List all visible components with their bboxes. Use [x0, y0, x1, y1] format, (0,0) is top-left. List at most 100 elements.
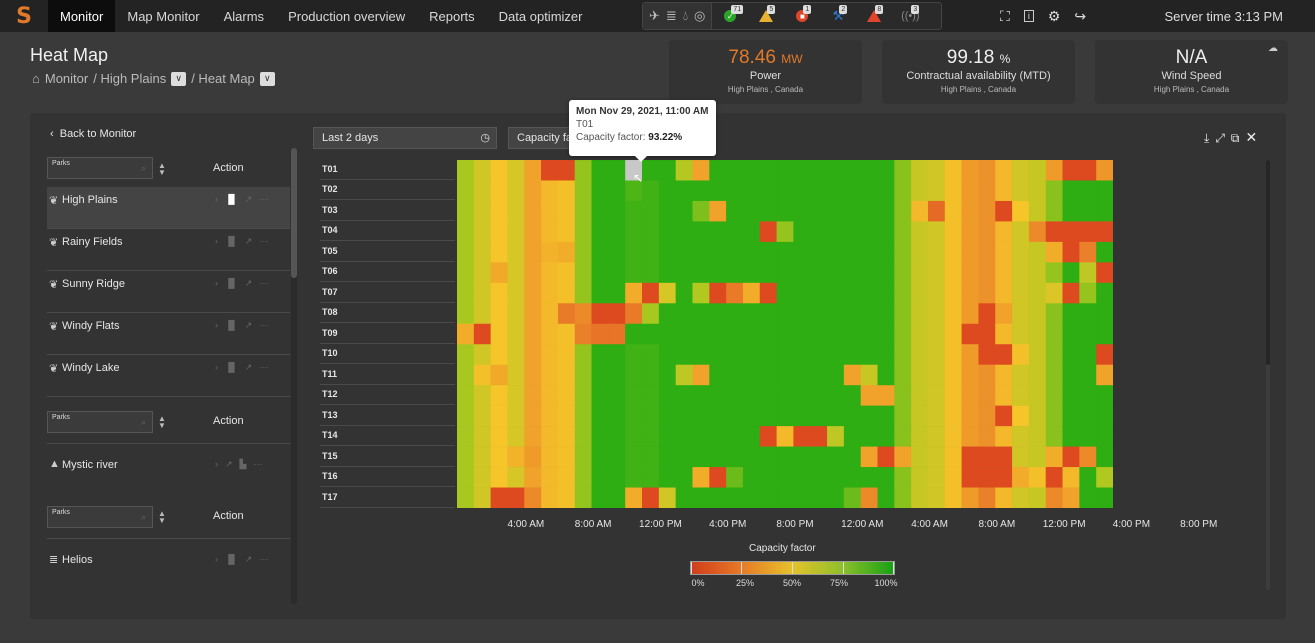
heatmap-cell[interactable] — [827, 262, 845, 284]
heatmap-cell[interactable] — [877, 426, 895, 447]
heatmap-cell[interactable] — [473, 467, 491, 488]
back-to-monitor-link[interactable]: ‹ Back to Monitor — [50, 128, 136, 140]
heatmap-cell[interactable] — [692, 426, 710, 447]
heatmap-cell[interactable] — [776, 405, 794, 427]
heatmap-cell[interactable] — [608, 487, 626, 508]
heatmap-cell[interactable] — [776, 200, 794, 222]
heatmap-cell[interactable] — [793, 241, 811, 263]
heatmap-cell[interactable] — [995, 405, 1013, 427]
heatmap-cell[interactable] — [961, 180, 979, 202]
heatmap-cell[interactable] — [557, 364, 576, 386]
heatmap-cell[interactable] — [810, 467, 828, 488]
heatmap-cell[interactable] — [995, 160, 1013, 181]
heatmap-cell[interactable] — [675, 241, 693, 263]
heatmap-cell[interactable] — [860, 160, 878, 181]
heatmap-cell[interactable] — [742, 241, 761, 263]
heatmap-cell[interactable] — [1096, 303, 1113, 325]
heatmap-cell[interactable] — [642, 262, 660, 284]
heatmap-cell[interactable] — [793, 262, 811, 284]
heatmap-cell[interactable] — [759, 323, 777, 345]
heatmap-cell[interactable] — [1045, 221, 1063, 243]
heatmap-cell[interactable] — [1096, 241, 1113, 263]
heatmap-cell[interactable] — [541, 446, 559, 468]
heatmap-cell[interactable] — [642, 282, 660, 304]
heatmap-cell[interactable] — [911, 446, 929, 468]
heatmap-cell[interactable] — [827, 344, 845, 366]
heatmap-cell[interactable] — [759, 282, 777, 304]
heatmap-cell[interactable] — [1012, 160, 1030, 181]
heatmap-cell[interactable] — [995, 364, 1013, 386]
heatmap-cell[interactable] — [1079, 467, 1097, 488]
heatmap-cell[interactable] — [978, 385, 996, 406]
heatmap-cell[interactable] — [995, 180, 1013, 202]
heatmap-cell[interactable] — [1045, 344, 1063, 366]
heatmap-cell[interactable] — [827, 180, 845, 202]
heatmap-cell[interactable] — [1028, 221, 1047, 243]
heatmap-cell[interactable] — [793, 426, 811, 447]
heatmap-cell[interactable] — [675, 160, 693, 181]
heatmap-cell[interactable] — [944, 180, 962, 202]
heatmap-cell[interactable] — [726, 160, 744, 181]
heatmap-cell[interactable] — [894, 262, 912, 284]
heatmap-cell[interactable] — [1079, 200, 1097, 222]
heatmap-cell[interactable] — [961, 467, 979, 488]
heatmap-cell[interactable] — [793, 405, 811, 427]
heatmap-cell[interactable] — [843, 200, 861, 222]
heatmap-cell[interactable] — [457, 405, 475, 427]
heatmap-cell[interactable] — [1079, 221, 1097, 243]
heatmap-cell[interactable] — [1062, 180, 1080, 202]
heatmap-cell[interactable] — [860, 241, 878, 263]
heatmap-cell[interactable] — [1028, 323, 1047, 345]
heatmap-cell[interactable] — [793, 200, 811, 222]
heatmap-cell[interactable] — [1045, 446, 1063, 468]
heatmap-cell[interactable] — [860, 303, 878, 325]
heatmap-cell[interactable] — [457, 241, 475, 263]
heatmap-cell[interactable] — [507, 160, 525, 181]
heatmap-cell[interactable] — [709, 303, 727, 325]
heatmap-cell[interactable] — [860, 467, 878, 488]
heatmap-cell[interactable] — [827, 323, 845, 345]
heatmap-cell[interactable] — [894, 364, 912, 386]
heatmap-cell[interactable] — [843, 385, 861, 406]
heatmap-cell[interactable] — [776, 180, 794, 202]
heatmap-cell[interactable] — [557, 282, 576, 304]
park-row-windy-flats[interactable]: ❦ Windy Flats › ▐▌ ↗ ⋯ — [47, 313, 290, 355]
heatmap-cell[interactable] — [1062, 200, 1080, 222]
heatmap-cell[interactable] — [692, 323, 710, 345]
heatmap-cell[interactable] — [591, 303, 609, 325]
heatmap-cell[interactable] — [557, 160, 576, 181]
heatmap-cell[interactable] — [1079, 303, 1097, 325]
heatmap-cell[interactable] — [827, 426, 845, 447]
heatmap-cell[interactable] — [524, 323, 542, 345]
heatmap-cell[interactable] — [742, 180, 761, 202]
heatmap-cell[interactable] — [1045, 385, 1063, 406]
heatmap-cell[interactable] — [692, 467, 710, 488]
heatmap-cell[interactable] — [1012, 487, 1030, 508]
heatmap-cell[interactable] — [675, 303, 693, 325]
heatmap-cell[interactable] — [1012, 303, 1030, 325]
heatmap-cell[interactable] — [911, 200, 929, 222]
heatmap-cell[interactable] — [473, 282, 491, 304]
heatmap-cell[interactable] — [776, 221, 794, 243]
heatmap-cell[interactable] — [591, 446, 609, 468]
heatmap-cell[interactable] — [726, 221, 744, 243]
heatmap-cell[interactable] — [995, 426, 1013, 447]
heatmap-cell[interactable] — [591, 241, 609, 263]
heatmap-cell[interactable] — [574, 262, 592, 284]
heatmap-cell[interactable] — [608, 160, 626, 181]
chevron-right-icon[interactable]: › — [215, 320, 218, 331]
heatmap-cell[interactable] — [1045, 364, 1063, 386]
heatmap-cell[interactable] — [827, 200, 845, 222]
heatmap-cell[interactable] — [675, 180, 693, 202]
heatmap-cell[interactable] — [1045, 323, 1063, 345]
heatmap-cell[interactable] — [877, 241, 895, 263]
heatmap-cell[interactable] — [658, 364, 676, 386]
alarm-communication[interactable]: ((•)) 3 — [892, 3, 928, 29]
heatmap-cell[interactable] — [1096, 385, 1113, 406]
heatmap-cell[interactable] — [827, 446, 845, 468]
sort-icon[interactable]: ▲ ▼ — [158, 510, 166, 525]
heatmap-cell[interactable] — [541, 323, 559, 345]
heatmap-cell[interactable] — [894, 385, 912, 406]
heatmap-cell[interactable] — [625, 344, 643, 366]
heatmap-cell[interactable] — [507, 262, 525, 284]
